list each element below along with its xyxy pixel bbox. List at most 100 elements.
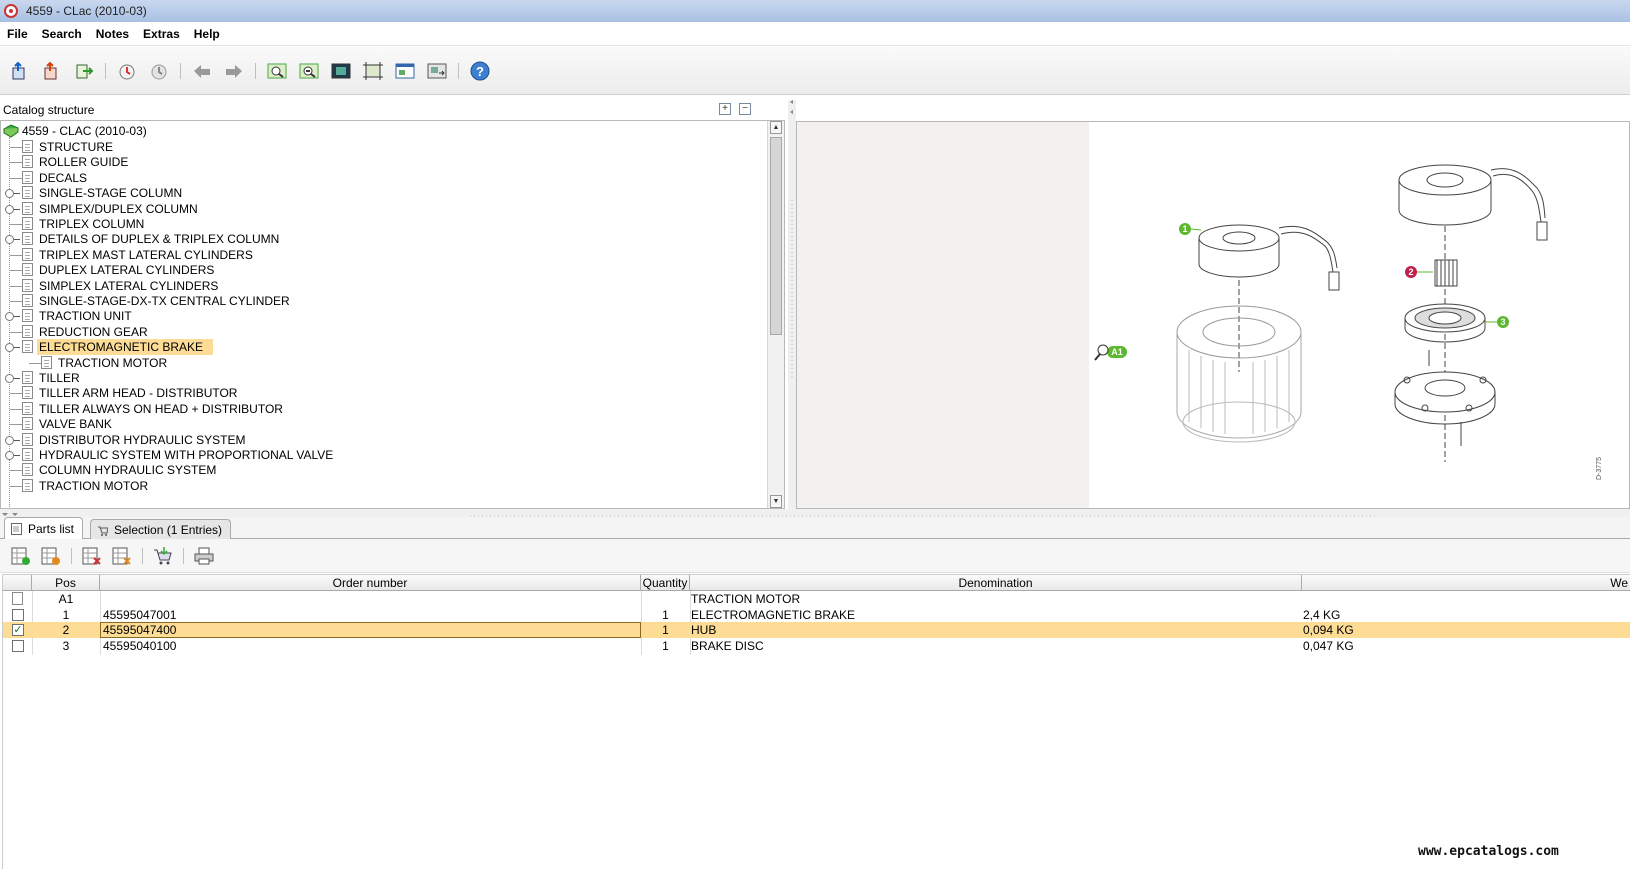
header-quantity[interactable]: Quantity (641, 575, 690, 591)
scroll-thumb[interactable] (770, 137, 782, 335)
parts-table-header: Pos Order number Quantity Denomination W… (3, 574, 1630, 591)
tree-connector (10, 224, 22, 225)
title-bar: 4559 - CLac (2010-03) (0, 0, 1630, 22)
tree-root[interactable]: 4559 - CLAC (2010-03) (3, 123, 147, 139)
table-row[interactable]: 1 45595047001 1 ELECTROMAGNETIC BRAKE 2,4 KG (3, 607, 1630, 623)
row-checkbox[interactable] (12, 608, 24, 621)
document-icon (22, 247, 33, 261)
window-icon[interactable] (392, 58, 418, 84)
menu-search[interactable]: Search (35, 27, 89, 41)
toolbar-separator (183, 547, 184, 564)
document-icon (22, 294, 33, 307)
tree-connector (10, 408, 22, 410)
tab-selection[interactable]: Selection (1 Entries) (90, 519, 232, 540)
horizontal-splitter[interactable] (0, 509, 1630, 517)
tree-item-label: ELECTROMAGNETIC BRAKE (37, 339, 214, 356)
header-select[interactable] (3, 575, 32, 591)
remove-all-icon[interactable] (109, 543, 135, 569)
menu-extras[interactable]: Extras (136, 27, 187, 41)
callout-2[interactable]: 2 (1408, 267, 1413, 277)
header-weight[interactable]: We (1302, 575, 1630, 591)
expand-all-icon[interactable]: + (719, 103, 731, 115)
bottom-tabs: Parts list Selection (1 Entries) (0, 517, 1630, 540)
tree-connector (10, 177, 22, 179)
zoom-in-icon[interactable] (264, 58, 290, 84)
fit-image-icon[interactable] (328, 58, 354, 84)
tree-item-label: DETAILS OF DUPLEX & TRIPLEX COLUMN (39, 232, 280, 247)
expand-toggle-icon[interactable] (5, 374, 20, 383)
scroll-up-icon[interactable]: ▲ (770, 121, 782, 134)
document-icon (22, 201, 33, 215)
tree-connector (10, 285, 22, 287)
nav-up-icon[interactable] (39, 58, 65, 84)
swap-icon[interactable] (424, 58, 450, 84)
redo-icon[interactable] (221, 58, 247, 84)
expand-toggle-icon[interactable] (5, 451, 20, 460)
expand-toggle-icon[interactable] (5, 435, 20, 445)
add-to-selection-icon[interactable] (8, 543, 34, 569)
add-all-icon[interactable] (38, 543, 64, 569)
expand-toggle-icon[interactable] (5, 312, 20, 322)
header-pos[interactable]: Pos (32, 575, 100, 591)
scroll-down-icon[interactable]: ▼ (770, 495, 782, 508)
cell-quantity: 1 (662, 623, 669, 637)
menu-notes[interactable]: Notes (89, 27, 136, 41)
tree-item-label: TRIPLEX COLUMN (39, 217, 145, 231)
menu-help[interactable]: Help (187, 27, 227, 41)
tree-connector (10, 162, 22, 164)
undo-icon[interactable] (189, 58, 215, 84)
tree-item-label: TILLER (39, 371, 80, 385)
fit-frame-icon[interactable] (360, 58, 386, 84)
window-title: 4559 - CLac (2010-03) (26, 4, 147, 18)
drawing-code: D-3775 (1596, 457, 1603, 480)
history-back-icon[interactable] (114, 58, 140, 84)
row-checkbox[interactable] (12, 639, 24, 652)
document-icon (22, 432, 33, 446)
watermark: www.epcatalogs.com (1418, 844, 1559, 859)
nav-export-icon[interactable] (71, 58, 97, 84)
zoom-out-icon[interactable] (296, 58, 322, 84)
callout-1[interactable]: 1 (1182, 224, 1187, 234)
brake-motor-drawing[interactable]: 1 2 3 A1 D-3775 (1089, 122, 1630, 509)
cart-icon[interactable] (150, 543, 176, 569)
menu-file[interactable]: File (0, 27, 35, 41)
vertical-splitter[interactable] (788, 100, 796, 510)
tree-connector (10, 147, 22, 148)
header-order-number[interactable]: Order number (100, 575, 641, 591)
document-icon (22, 463, 33, 477)
table-row[interactable]: A1 TRACTION MOTOR (3, 591, 1630, 607)
callout-a1[interactable]: A1 (1111, 347, 1123, 357)
expand-toggle-icon[interactable] (5, 343, 20, 353)
help-icon[interactable]: ? (467, 58, 493, 84)
tree-item-label: SINGLE-STAGE COLUMN (39, 186, 183, 201)
header-denomination[interactable]: Denomination (690, 575, 1302, 591)
callout-3[interactable]: 3 (1500, 317, 1505, 327)
magnifier-icon[interactable] (1097, 344, 1109, 356)
cell-pos: 3 (62, 638, 70, 653)
tree-connector (10, 470, 22, 472)
document-icon (22, 278, 33, 292)
expand-toggle-icon[interactable] (5, 189, 20, 199)
tree-item-label: COLUMN HYDRAULIC SYSTEM (39, 463, 217, 478)
tree-item-label: TRACTION UNIT (39, 309, 132, 324)
tree-item-label: HYDRAULIC SYSTEM WITH PROPORTIONAL VALVE (39, 448, 334, 462)
print-icon[interactable] (191, 543, 217, 569)
cell-pos: 1 (62, 607, 70, 622)
tree-item-label: TRIPLEX MAST LATERAL CYLINDERS (39, 247, 253, 262)
tree-vertical-scrollbar[interactable]: ▲ ▼ (767, 121, 784, 508)
remove-icon[interactable] (79, 543, 105, 569)
cell-weight (1302, 591, 1622, 607)
nav-home-icon[interactable] (7, 58, 33, 84)
cell-denomination: ELECTROMAGNETIC BRAKE (691, 607, 856, 622)
table-row[interactable]: ✓ 2 45595047400 1 HUB 0,094 KG (3, 622, 1630, 638)
history-forward-icon[interactable] (146, 58, 172, 84)
svg-text:?: ? (476, 64, 484, 79)
row-checkbox[interactable]: ✓ (12, 624, 24, 636)
table-row[interactable]: 3 45595040100 1 BRAKE DISC 0,047 KG (3, 638, 1630, 654)
tab-parts-list[interactable]: Parts list (4, 517, 84, 540)
collapse-all-icon[interactable]: − (739, 103, 751, 115)
expand-toggle-icon[interactable] (5, 235, 20, 245)
document-icon (22, 417, 33, 431)
tree-connector (10, 424, 22, 426)
expand-toggle-icon[interactable] (5, 204, 20, 214)
